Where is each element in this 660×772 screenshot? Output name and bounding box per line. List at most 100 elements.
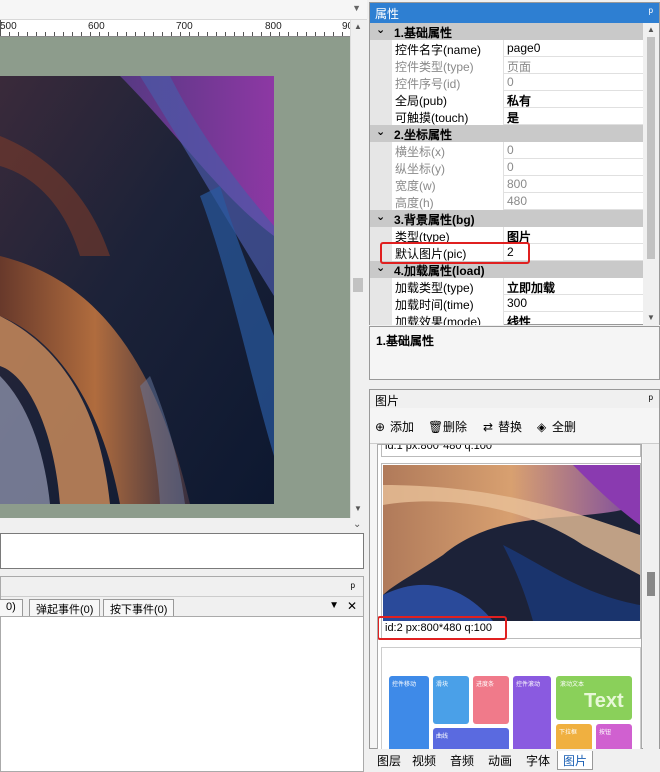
- property-key: 控件序号(id): [392, 74, 504, 91]
- ruler-tick: [279, 32, 280, 36]
- section-label: 3.背景属性(bg): [394, 213, 475, 227]
- image-item-2[interactable]: id:2 px:800*480 q:100: [381, 463, 641, 639]
- image-list[interactable]: id:1 px:800*480 q:100 id:2 px:800*480 q:…: [377, 444, 642, 750]
- tile-label: 控件滚动: [516, 682, 541, 688]
- pin-icon[interactable]: ᵖ: [648, 5, 653, 19]
- property-row-load-type[interactable]: 加载类型(type) 立即加载: [370, 278, 643, 295]
- highlight-box: [378, 616, 507, 640]
- image-panel-title: 图片: [375, 394, 400, 408]
- ruler-tick: [0, 20, 1, 36]
- thumb-tile: 下拉框: [556, 724, 592, 749]
- plus-circle-icon: ⊕: [375, 420, 386, 434]
- pin-icon[interactable]: ᵖ: [350, 580, 355, 594]
- property-row-height[interactable]: 高度(h) 480: [370, 193, 643, 210]
- tab-font[interactable]: 字体: [521, 751, 555, 770]
- thumb-tile: 滑块: [433, 676, 469, 724]
- tab-layers[interactable]: 图层: [372, 751, 406, 770]
- property-key: 宽度(w): [392, 176, 504, 193]
- scroll-thumb[interactable]: [647, 572, 655, 596]
- tab-audio[interactable]: 音频: [445, 751, 479, 770]
- ruler-tick: [189, 32, 190, 36]
- property-key: 纵坐标(y): [392, 159, 504, 176]
- close-icon[interactable]: ✕: [347, 599, 357, 613]
- thumb-tile: 控件滚动: [513, 676, 551, 749]
- scroll-thumb[interactable]: [353, 278, 363, 292]
- property-row-id[interactable]: 控件序号(id) 0: [370, 74, 643, 91]
- ruler-tick: [252, 32, 253, 36]
- property-key: 加载类型(type): [392, 278, 504, 295]
- property-row-load-mode[interactable]: 加载效果(mode) 线性: [370, 312, 643, 325]
- ruler-tick: [18, 32, 19, 36]
- ruler-tick: [27, 32, 28, 36]
- property-description: 1.基础属性: [369, 326, 660, 380]
- chevron-down-icon[interactable]: ⌄: [376, 125, 385, 138]
- image-item-1[interactable]: id:1 px:800*480 q:100: [381, 445, 641, 457]
- chevron-down-icon[interactable]: ⌄: [376, 210, 385, 223]
- replace-image-button[interactable]: ⇄ 替换: [483, 418, 522, 435]
- property-row-name[interactable]: 控件名字(name) page0: [370, 40, 643, 57]
- dropdown-arrow-icon[interactable]: ▼: [352, 3, 361, 13]
- tab-video[interactable]: 视频: [407, 751, 441, 770]
- chevron-down-icon[interactable]: ⌄: [376, 23, 385, 36]
- property-value: 480: [507, 194, 528, 208]
- ruler-tick: [72, 32, 73, 36]
- property-row-load-time[interactable]: 加载时间(time) 300: [370, 295, 643, 312]
- ruler-tick: [99, 32, 100, 36]
- ruler-tick: [171, 32, 172, 36]
- property-value: 0: [507, 160, 514, 174]
- scroll-up-icon[interactable]: ▲: [647, 25, 655, 34]
- section-basic[interactable]: ⌄ 1.基础属性: [370, 23, 643, 40]
- property-value[interactable]: 线性: [504, 312, 643, 325]
- dropdown-icon[interactable]: ▼: [329, 600, 339, 611]
- ruler-tick: [243, 32, 244, 36]
- chevron-down-icon[interactable]: ⌄: [353, 519, 361, 530]
- image-item-3[interactable]: 控件移动 滑块 进度条 控件滚动 滚动文本 Text 下拉框 曲线 按钮: [381, 647, 641, 749]
- canvas-horizontal-scrollbar[interactable]: ⌄: [0, 518, 367, 532]
- trash-icon: 🗑: [428, 420, 444, 434]
- scroll-down-icon[interactable]: ▼: [647, 313, 655, 322]
- image-list-scrollbar[interactable]: [643, 444, 659, 750]
- section-coordinates[interactable]: ⌄ 2.坐标属性: [370, 125, 643, 142]
- ruler-tick: [306, 32, 307, 36]
- page-background-image[interactable]: [0, 76, 274, 504]
- property-value[interactable]: page0: [504, 40, 643, 57]
- tab-event-partial[interactable]: 0): [0, 599, 23, 616]
- property-row-x[interactable]: 横坐标(x) 0: [370, 142, 643, 159]
- eraser-icon: ◈: [537, 420, 547, 434]
- tab-press-event[interactable]: 按下事件(0): [103, 599, 175, 616]
- property-value[interactable]: 300: [504, 295, 643, 312]
- canvas-vertical-scrollbar[interactable]: ▲ ▼: [350, 20, 365, 518]
- property-row-y[interactable]: 纵坐标(y) 0: [370, 159, 643, 176]
- property-value: 800: [507, 177, 528, 191]
- add-image-button[interactable]: ⊕ 添加: [375, 418, 414, 435]
- property-key: 横坐标(x): [392, 142, 504, 159]
- scroll-up-icon[interactable]: ▲: [354, 22, 362, 31]
- section-background[interactable]: ⌄ 3.背景属性(bg): [370, 210, 643, 227]
- property-row-pub[interactable]: 全局(pub) 私有: [370, 91, 643, 108]
- property-value[interactable]: 是: [504, 108, 643, 125]
- scroll-down-icon[interactable]: ▼: [354, 504, 362, 513]
- ruler-tick: [324, 32, 325, 36]
- tab-animation[interactable]: 动画: [483, 751, 517, 770]
- property-key: 可触摸(touch): [392, 108, 504, 125]
- replace-icon: ⇄: [483, 420, 494, 434]
- property-row-type[interactable]: 控件类型(type) 页面: [370, 57, 643, 74]
- property-row-touch[interactable]: 可触摸(touch) 是: [370, 108, 643, 125]
- property-grid: ⌄ 1.基础属性 控件名字(name) page0 控件类型(type) 页面 控件序…: [370, 23, 643, 325]
- delete-image-button[interactable]: 🗑删除: [428, 418, 467, 435]
- property-row-width[interactable]: 宽度(w) 800: [370, 176, 643, 193]
- ruler-label: 800: [265, 21, 282, 32]
- property-value[interactable]: 立即加载: [504, 278, 643, 295]
- pin-icon[interactable]: ᵖ: [648, 392, 653, 406]
- design-canvas[interactable]: [0, 37, 350, 518]
- thumb-tile: 进度条: [473, 676, 509, 724]
- tab-release-event[interactable]: 弹起事件(0): [29, 599, 101, 616]
- tab-images[interactable]: 图片: [557, 751, 594, 770]
- scroll-thumb[interactable]: [647, 37, 655, 259]
- property-panel: 属性 ᵖ ⌄ 1.基础属性 控件名字(name) page0 控件类型(type) 页…: [369, 2, 660, 325]
- delete-all-button[interactable]: ◈ 全删: [537, 418, 576, 435]
- property-grid-scrollbar[interactable]: ▲ ▼: [643, 23, 659, 325]
- property-value[interactable]: 私有: [504, 91, 643, 108]
- ruler-tick: [234, 32, 235, 36]
- property-value: 0: [507, 75, 514, 89]
